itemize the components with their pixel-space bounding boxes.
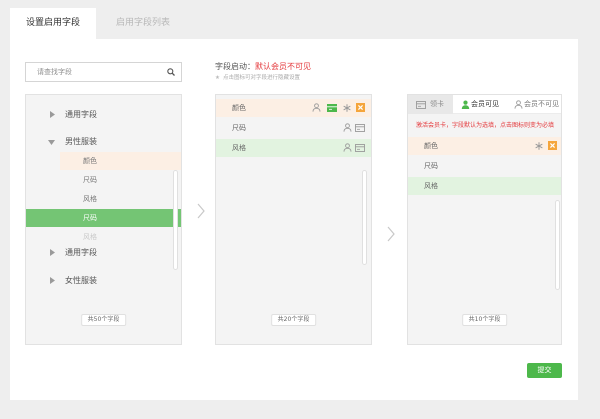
field-row-label: 颜色 bbox=[424, 142, 438, 150]
field-row-label: 颜色 bbox=[232, 104, 246, 112]
person-icon[interactable] bbox=[343, 123, 352, 132]
card-icon[interactable] bbox=[355, 144, 365, 152]
field-row[interactable]: 尺码 bbox=[408, 157, 561, 175]
field-row[interactable]: 尺码 bbox=[216, 119, 371, 137]
tree-item-label: 风格 bbox=[83, 195, 97, 203]
enabled-field-count: 共20个字段 bbox=[270, 314, 317, 326]
person-icon bbox=[514, 100, 523, 109]
delete-icon[interactable] bbox=[548, 141, 557, 150]
tab-label: 会员可见 bbox=[471, 100, 499, 108]
tree-item[interactable]: 尺码 bbox=[26, 171, 181, 189]
tree-item[interactable]: 风格 bbox=[26, 190, 181, 208]
person-icon[interactable] bbox=[343, 143, 352, 152]
card-scrollbar[interactable] bbox=[555, 200, 560, 290]
field-row-label: 尺码 bbox=[232, 124, 246, 132]
submit-button[interactable]: 提交 bbox=[527, 363, 562, 378]
person-icon[interactable] bbox=[312, 103, 321, 112]
star-icon: ★ bbox=[215, 75, 220, 81]
field-row[interactable]: 颜色 bbox=[408, 137, 561, 155]
tab-set-enabled-fields[interactable]: 设置启用字段 bbox=[10, 8, 96, 39]
search-icon[interactable] bbox=[167, 68, 175, 76]
chevron-right-icon bbox=[387, 226, 395, 242]
field-row[interactable]: 风格 bbox=[216, 139, 371, 157]
page: 设置启用字段 启用字段列表 通用字段 男性服装 颜色 尺码 bbox=[0, 0, 600, 419]
tree-item[interactable]: 尺码 bbox=[26, 209, 181, 227]
enabled-heading-label: 字段启动： bbox=[215, 62, 255, 71]
tree-scrollbar[interactable] bbox=[173, 170, 178, 270]
required-icon[interactable] bbox=[535, 142, 543, 150]
person-icon bbox=[461, 100, 470, 109]
field-row-label: 风格 bbox=[232, 144, 246, 152]
delete-icon[interactable] bbox=[356, 103, 365, 112]
field-tree: 通用字段 男性服装 颜色 尺码 风格 尺码 风格 通用字段 女性服装 共50个字… bbox=[25, 94, 182, 345]
tree-item-label: 尺码 bbox=[83, 176, 97, 184]
enabled-scrollbar[interactable] bbox=[362, 170, 367, 265]
tab-label: 会员不可见 bbox=[524, 100, 559, 108]
enabled-field-list: 颜色 尺码 风格 共20个字段 bbox=[215, 94, 372, 345]
enabled-hint: ★ 点击图标可对字段进行隐藏设置 bbox=[215, 75, 300, 82]
field-row[interactable]: 风格 bbox=[408, 177, 561, 195]
tree-group-general-2[interactable]: 通用字段 bbox=[26, 243, 181, 263]
card-field-list: 领卡 会员可见 会员不可见 激活会员卡，字段默认为选填，点击图标则变为必填 颜色… bbox=[407, 94, 562, 345]
enabled-heading: 字段启动：默认会员不可见 bbox=[215, 62, 311, 72]
tab-enabled-field-list[interactable]: 启用字段列表 bbox=[100, 8, 186, 39]
tab-member-visible[interactable]: 会员可见 bbox=[454, 95, 510, 114]
caret-right-icon bbox=[50, 277, 55, 284]
enabled-hint-text: 点击图标可对字段进行隐藏设置 bbox=[222, 75, 300, 81]
card-tabs: 领卡 会员可见 会员不可见 bbox=[408, 95, 561, 114]
main-panel: 通用字段 男性服装 颜色 尺码 风格 尺码 风格 通用字 bbox=[10, 39, 578, 400]
tree-group-general[interactable]: 通用字段 bbox=[26, 105, 181, 125]
tab-member-hidden[interactable]: 会员不可见 bbox=[510, 95, 562, 114]
search-input[interactable] bbox=[26, 63, 164, 81]
tree-group-label: 通用字段 bbox=[65, 110, 97, 119]
field-row-label: 尺码 bbox=[424, 162, 438, 170]
tree-group-menswear[interactable]: 男性服装 bbox=[26, 132, 181, 152]
field-row-label: 风格 bbox=[424, 182, 438, 190]
card-field-count: 共10个字段 bbox=[461, 314, 508, 326]
tree-item-label: 颜色 bbox=[83, 157, 97, 165]
tab-label: 领卡 bbox=[430, 100, 444, 108]
chevron-right-icon bbox=[197, 203, 205, 219]
card-notice: 激活会员卡，字段默认为选填，点击图标则变为必填 bbox=[416, 122, 555, 129]
tab-claim-card[interactable]: 领卡 bbox=[408, 95, 453, 114]
tree-group-label: 女性服装 bbox=[65, 276, 97, 285]
tree-group-label: 男性服装 bbox=[65, 137, 97, 146]
caret-right-icon bbox=[50, 249, 55, 256]
search-box bbox=[25, 62, 182, 82]
caret-down-icon bbox=[48, 140, 55, 145]
tree-group-label: 通用字段 bbox=[65, 248, 97, 257]
card-icon[interactable] bbox=[355, 124, 365, 132]
card-icon[interactable] bbox=[327, 104, 337, 112]
tree-field-count: 共50个字段 bbox=[80, 314, 127, 326]
required-icon[interactable] bbox=[343, 104, 351, 112]
card-icon bbox=[416, 101, 426, 109]
tree-item[interactable]: 颜色 bbox=[26, 152, 181, 170]
tree-group-womenswear[interactable]: 女性服装 bbox=[26, 271, 181, 291]
field-row[interactable]: 颜色 bbox=[216, 99, 371, 117]
enabled-heading-value: 默认会员不可见 bbox=[255, 62, 311, 71]
tree-item-label: 尺码 bbox=[83, 214, 97, 222]
caret-right-icon bbox=[50, 111, 55, 118]
